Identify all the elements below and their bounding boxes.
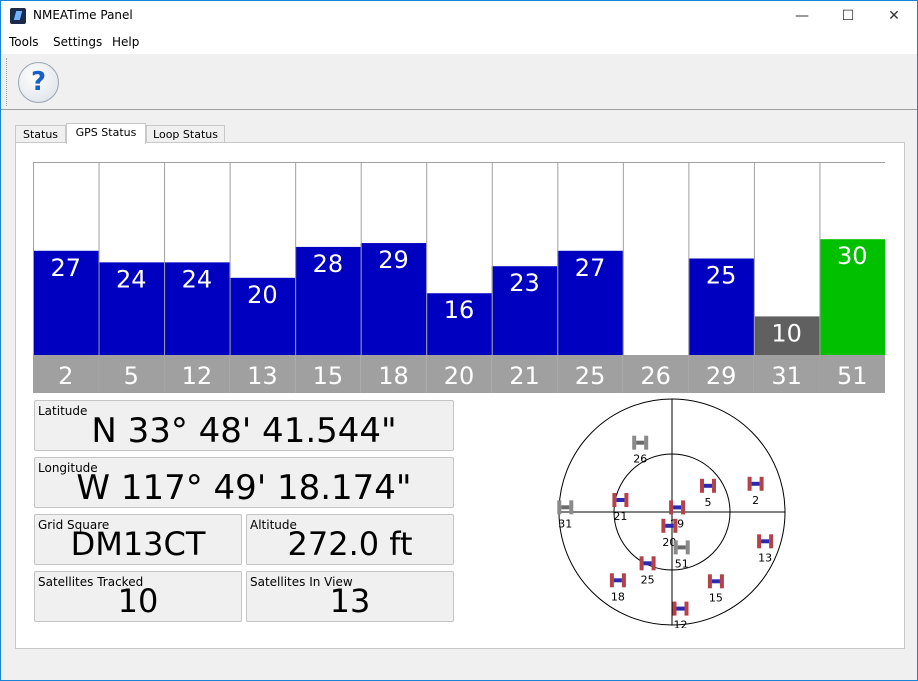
satellite-icon[interactable]: 2 — [747, 476, 764, 507]
chart-prn-label: 20 — [444, 362, 475, 390]
minimize-button[interactable]: — — [779, 1, 825, 32]
chart-value-label: 24 — [182, 265, 213, 293]
satellite-icon[interactable]: 51 — [673, 540, 690, 570]
satellite-icon[interactable]: 25 — [639, 556, 656, 586]
satellites-in-view-value: 13 — [329, 582, 371, 620]
grid-square-gauge: Grid Square DM13CT — [34, 514, 242, 565]
altitude-value: 272.0 ft — [287, 525, 413, 563]
chart-prn-label: 51 — [837, 362, 868, 390]
maximize-button[interactable]: ☐ — [825, 1, 871, 32]
chart-value-label: 10 — [771, 319, 802, 347]
satellite-prn-label: 15 — [709, 591, 723, 604]
app-window: NMEATime Panel — ☐ ✕ Tools Settings Help… — [0, 0, 918, 681]
chart-value-label: 16 — [444, 296, 475, 324]
satellite-prn-label: 2 — [752, 494, 759, 507]
help-button[interactable]: ? — [18, 62, 59, 103]
help-icon: ? — [30, 67, 47, 97]
satellite-icon[interactable]: 18 — [609, 573, 626, 603]
menu-bar: Tools Settings Help — [1, 32, 917, 54]
satellite-prn-label: 51 — [675, 557, 689, 570]
satellites-tracked-value: 10 — [117, 582, 159, 620]
menu-settings[interactable]: Settings — [53, 35, 102, 49]
chart-value-label: 30 — [837, 242, 868, 270]
menu-tools[interactable]: Tools — [9, 35, 39, 49]
chart-prn-label: 25 — [575, 362, 606, 390]
chart-value-label: 20 — [247, 281, 278, 309]
longitude-value: W 117° 49' 18.174" — [76, 468, 412, 508]
chart-prn-label: 29 — [706, 362, 737, 390]
satellite-icon[interactable]: 31 — [557, 500, 574, 530]
chart-value-label: 28 — [313, 250, 344, 278]
close-button[interactable]: ✕ — [871, 1, 917, 32]
chart-value-label: 27 — [50, 254, 81, 282]
menu-help[interactable]: Help — [112, 35, 139, 49]
latitude-gauge: Latitude N 33° 48' 41.544" — [34, 400, 454, 451]
satellite-prn-label: 21 — [613, 510, 627, 523]
grid-square-value: DM13CT — [70, 525, 206, 563]
satellite-icon[interactable]: 15 — [707, 574, 724, 604]
chart-prn-label: 15 — [313, 362, 344, 390]
satellite-prn-label: 12 — [674, 619, 688, 628]
chart-prn-label: 18 — [378, 362, 409, 390]
chart-prn-label: 31 — [771, 362, 802, 390]
satellite-icon[interactable]: 12 — [672, 601, 689, 628]
satellite-icon[interactable]: 13 — [757, 534, 774, 564]
satellite-prn-label: 25 — [641, 573, 655, 586]
tab-gps-status[interactable]: GPS Status — [66, 123, 146, 144]
chart-value-label: 23 — [509, 269, 540, 297]
satellites-in-view-gauge: Satellites In View 13 — [246, 571, 454, 622]
window-title: NMEATime Panel — [33, 8, 133, 22]
satellite-prn-label: 31 — [558, 517, 572, 530]
satellite-prn-label: 13 — [758, 551, 772, 564]
app-icon[interactable] — [10, 8, 26, 24]
sky-plot: 265231212920135125181512 — [462, 398, 885, 628]
chart-prn-label: 12 — [182, 362, 213, 390]
toolbar-grip[interactable] — [6, 58, 8, 106]
title-bar[interactable]: NMEATime Panel — ☐ ✕ — [1, 1, 917, 32]
satellite-prn-label: 26 — [633, 453, 647, 466]
satellite-icon[interactable]: 5 — [700, 478, 716, 509]
chart-prn-label: 5 — [124, 362, 139, 390]
chart-prn-label: 13 — [247, 362, 278, 390]
chart-prn-label: 21 — [509, 362, 540, 390]
chart-value-label: 25 — [706, 262, 737, 290]
satellites-tracked-gauge: Satellites Tracked 10 — [34, 571, 242, 622]
satellite-icon[interactable]: 21 — [612, 493, 629, 523]
toolbar: ? — [1, 54, 917, 110]
longitude-gauge: Longitude W 117° 49' 18.174" — [34, 457, 454, 508]
altitude-gauge: Altitude 272.0 ft — [246, 514, 454, 565]
chart-prn-label: 2 — [58, 362, 73, 390]
chart-value-label: 24 — [116, 265, 147, 293]
satellite-prn-label: 5 — [705, 496, 712, 509]
satellite-icon[interactable]: 26 — [632, 435, 649, 466]
latitude-value: N 33° 48' 41.544" — [91, 411, 397, 451]
chart-prn-label: 26 — [640, 362, 671, 390]
satellite-prn-label: 18 — [611, 590, 625, 603]
chart-value-label: 27 — [575, 254, 606, 282]
chart-value-label: 29 — [378, 246, 409, 274]
signal-strength-chart: 27 2 24 5 24 12 20 13 28 15 29 18 16 20 23 21 27 25 26 25 29… — [33, 162, 885, 393]
